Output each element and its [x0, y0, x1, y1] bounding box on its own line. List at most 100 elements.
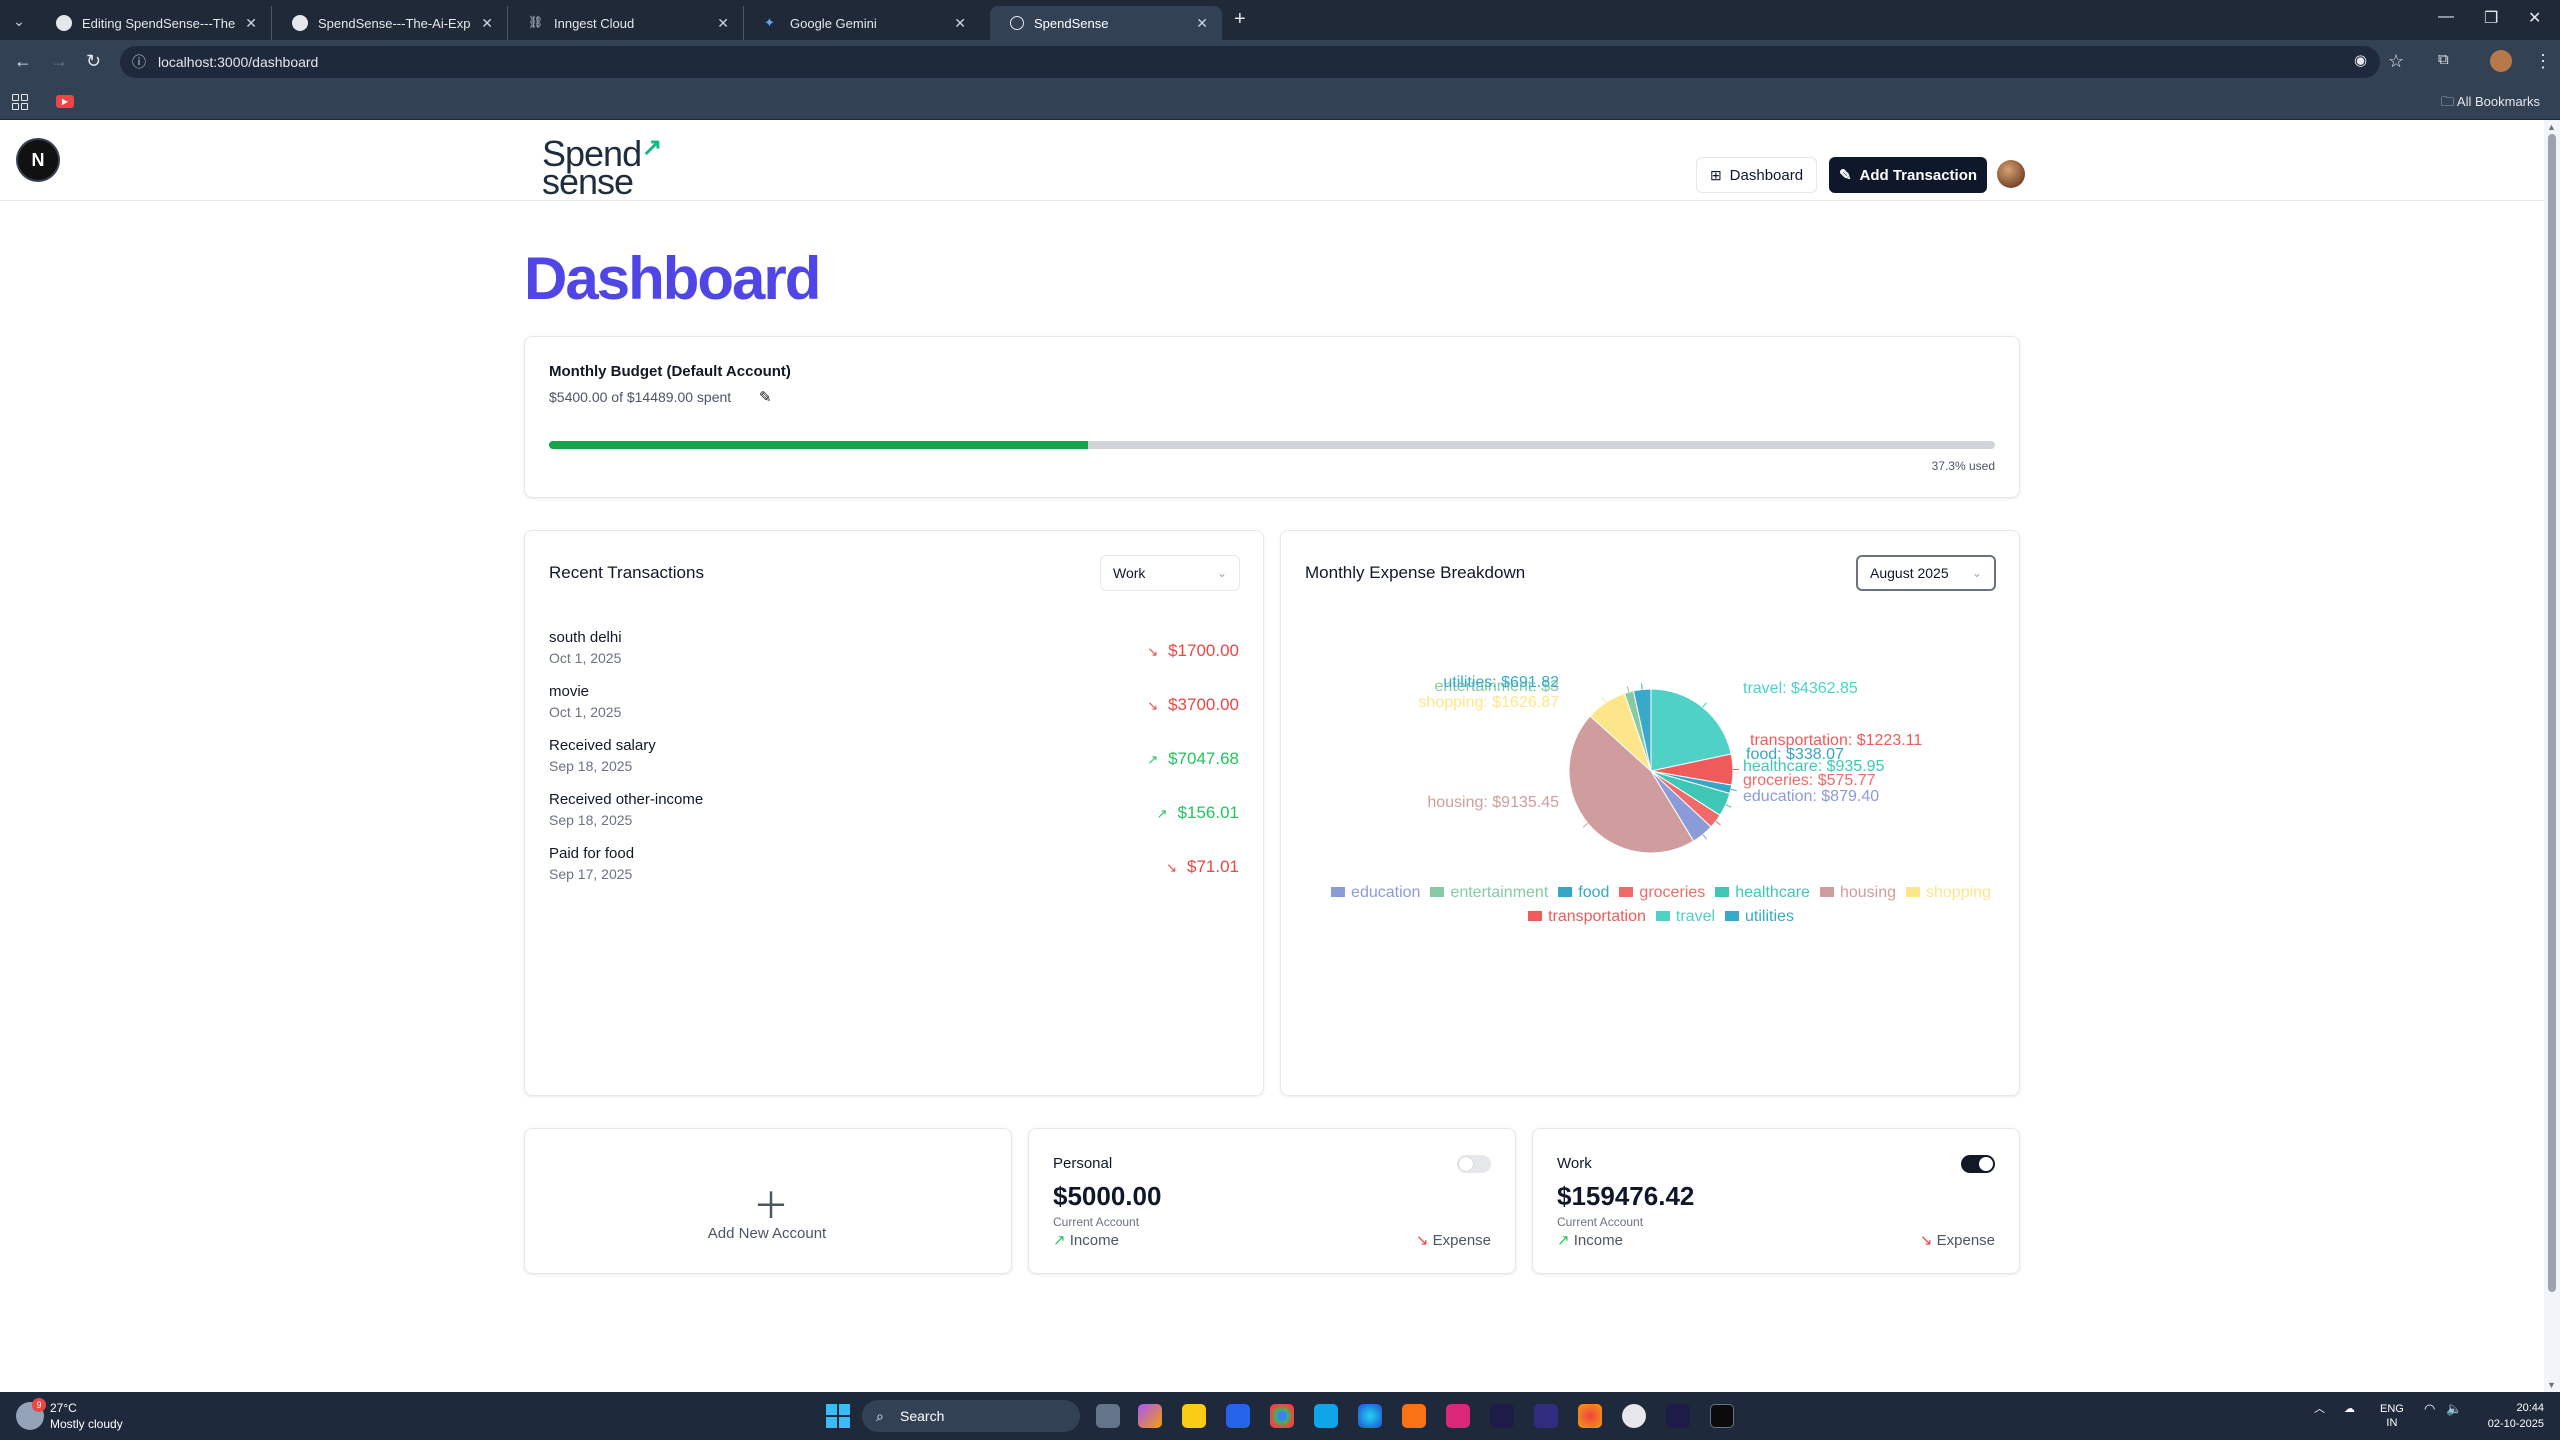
legend-item-utilities[interactable]: utilities: [1725, 905, 1794, 929]
close-window-icon[interactable]: ✕: [2528, 8, 2541, 28]
close-tab-icon[interactable]: ✕: [1196, 15, 1208, 32]
brave-icon[interactable]: [1402, 1404, 1426, 1428]
app-icon[interactable]: [1578, 1404, 1602, 1428]
close-tab-icon[interactable]: ✕: [481, 15, 493, 32]
profile-avatar-icon[interactable]: [2490, 50, 2512, 72]
language-indicator[interactable]: ENG IN: [2380, 1402, 2404, 1430]
scroll-up-icon[interactable]: ▲: [2547, 122, 2556, 132]
pie-label-shopping: shopping: $1626.87: [1418, 694, 1559, 711]
legend-item-housing[interactable]: housing: [1819, 881, 1896, 905]
account-card-personal[interactable]: Personal $5000.00 Current Account ↗ Inco…: [1028, 1128, 1516, 1274]
close-tab-icon[interactable]: ✕: [717, 15, 729, 32]
pie-label-utilities: utilities: $691.82: [1443, 674, 1559, 691]
page-scrollbar[interactable]: ▲ ▼: [2544, 120, 2560, 1392]
legend-item-entertainment[interactable]: entertainment: [1430, 881, 1548, 905]
volume-icon[interactable]: 🔈: [2446, 1402, 2462, 1416]
dashboard-button[interactable]: ⊞ Dashboard: [1696, 157, 1817, 193]
edit-pencil-icon[interactable]: ✎: [759, 388, 772, 406]
taskbar-search[interactable]: ⌕ Search: [862, 1400, 1080, 1432]
file-explorer-icon[interactable]: [1182, 1404, 1206, 1428]
weather-widget[interactable]: 9 27°C Mostly cloudy: [16, 1398, 123, 1432]
restore-icon[interactable]: ❐: [2484, 8, 2498, 28]
pie-label-travel: travel: $4362.85: [1743, 680, 1858, 697]
transaction-date: Sep 17, 2025: [549, 866, 633, 882]
account-card-work[interactable]: Work $159476.42 Current Account ↗ Income…: [1532, 1128, 2020, 1274]
chrome-icon[interactable]: [1270, 1404, 1294, 1428]
site-info-icon[interactable]: ⓘ: [132, 46, 146, 78]
legend-swatch: [1558, 887, 1573, 897]
youtube-icon[interactable]: ▶: [56, 95, 74, 108]
after-effects-icon[interactable]: [1534, 1404, 1558, 1428]
transaction-name: Received salary: [549, 737, 656, 754]
close-tab-icon[interactable]: ✕: [245, 15, 257, 32]
copilot-icon[interactable]: [1138, 1404, 1162, 1428]
account-select[interactable]: Work ⌄: [1100, 555, 1240, 591]
brand-logo[interactable]: Spend sense ↗: [542, 134, 662, 200]
month-select[interactable]: August 2025 ⌄: [1856, 555, 1996, 591]
vscode-icon[interactable]: [1226, 1404, 1250, 1428]
new-tab-plus-icon[interactable]: +: [1234, 8, 1246, 31]
legend-item-healthcare[interactable]: healthcare: [1715, 881, 1810, 905]
close-tab-icon[interactable]: ✕: [954, 15, 966, 32]
add-transaction-button[interactable]: ✎ Add Transaction: [1829, 157, 1987, 193]
browser-tab-3[interactable]: ⛓ Inngest Cloud ✕: [508, 6, 744, 40]
scroll-down-icon[interactable]: ▼: [2547, 1380, 2556, 1390]
all-bookmarks-link[interactable]: 🗀 All Bookmarks: [2441, 93, 2540, 115]
eye-off-icon[interactable]: ◉: [2354, 51, 2367, 69]
tab-search-chevron-icon[interactable]: ⌄: [8, 10, 30, 32]
terminal-icon[interactable]: [1710, 1404, 1734, 1428]
transaction-name: Received other-income: [549, 791, 704, 808]
legend-item-education[interactable]: education: [1331, 881, 1420, 905]
app-header: [0, 120, 2544, 201]
edge-icon[interactable]: [1358, 1404, 1382, 1428]
page-content: N Spend sense ↗ ⊞ Dashboard ✎ Add Transa…: [0, 120, 2544, 1392]
show-hidden-icons-icon[interactable]: ︿: [2314, 1402, 2325, 1416]
premiere-pro-icon[interactable]: [1490, 1404, 1514, 1428]
browser-tab-1[interactable]: Editing SpendSense---The-Ai-E ✕: [36, 6, 272, 40]
transaction-row[interactable]: Paid for food Sep 17, 2025 ↘ $71.01: [549, 845, 1239, 895]
browser-tab-4[interactable]: ✦ Google Gemini ✕: [744, 6, 980, 40]
transaction-row[interactable]: south delhi Oct 1, 2025 ↘ $1700.00: [549, 629, 1239, 679]
gemini-icon: ✦: [764, 15, 775, 30]
extensions-icon[interactable]: ⧉: [2438, 51, 2449, 68]
minimize-icon[interactable]: —: [2438, 8, 2454, 26]
bookmark-star-icon[interactable]: ☆: [2388, 51, 2404, 72]
premiere-pro-icon-2[interactable]: [1666, 1404, 1690, 1428]
pie-label-line-food: [1730, 788, 1737, 792]
windows-start-icon[interactable]: [826, 1404, 850, 1428]
intellij-icon[interactable]: [1446, 1404, 1470, 1428]
legend-item-shopping[interactable]: shopping: [1906, 881, 1991, 905]
back-arrow-icon[interactable]: ←: [14, 51, 32, 72]
ms-store-icon[interactable]: [1314, 1404, 1338, 1428]
task-view-icon[interactable]: [1096, 1404, 1120, 1428]
legend-item-transportation[interactable]: transportation: [1528, 905, 1646, 929]
transaction-row[interactable]: movie Oct 1, 2025 ↘ $3700.00: [549, 683, 1239, 733]
apps-grid-icon[interactable]: [12, 94, 28, 110]
browser-tab-5-active[interactable]: SpendSense ✕: [990, 6, 1222, 40]
reload-icon[interactable]: ↻: [86, 51, 101, 72]
onedrive-icon[interactable]: ☁: [2344, 1402, 2355, 1416]
user-avatar[interactable]: [1997, 160, 2025, 188]
legend-item-food[interactable]: food: [1558, 881, 1609, 905]
pie-label-line-shopping: [1602, 697, 1607, 703]
transaction-amount: $7047.68: [1168, 749, 1239, 768]
more-menu-icon[interactable]: ⋮: [2534, 51, 2552, 72]
windows-taskbar: 9 27°C Mostly cloudy ⌕ Search ︿ ☁ ENG IN…: [0, 1392, 2560, 1440]
wifi-icon[interactable]: ◠: [2424, 1402, 2435, 1416]
scrollbar-thumb[interactable]: [2548, 134, 2556, 1292]
add-account-card[interactable]: ＋ Add New Account: [524, 1128, 1012, 1274]
url-input[interactable]: ⓘ localhost:3000/dashboard: [120, 46, 2380, 78]
recent-transactions-title: Recent Transactions: [549, 563, 704, 582]
legend-item-groceries[interactable]: groceries: [1619, 881, 1705, 905]
forward-arrow-icon[interactable]: →: [50, 51, 68, 72]
transaction-date: Oct 1, 2025: [549, 650, 622, 666]
transaction-row[interactable]: Received salary Sep 18, 2025 ↗ $7047.68: [549, 737, 1239, 787]
nextjs-dev-indicator-icon[interactable]: N: [18, 140, 58, 180]
chatgpt-icon[interactable]: [1622, 1404, 1646, 1428]
default-account-toggle[interactable]: [1457, 1155, 1491, 1173]
default-account-toggle[interactable]: [1961, 1155, 1995, 1173]
browser-tab-2[interactable]: SpendSense---The-Ai-Expense ✕: [272, 6, 508, 40]
clock[interactable]: 20:44 02-10-2025: [2470, 1400, 2544, 1432]
legend-item-travel[interactable]: travel: [1655, 905, 1715, 929]
transaction-row[interactable]: Received other-income Sep 18, 2025 ↗ $156.0…: [549, 791, 1239, 841]
